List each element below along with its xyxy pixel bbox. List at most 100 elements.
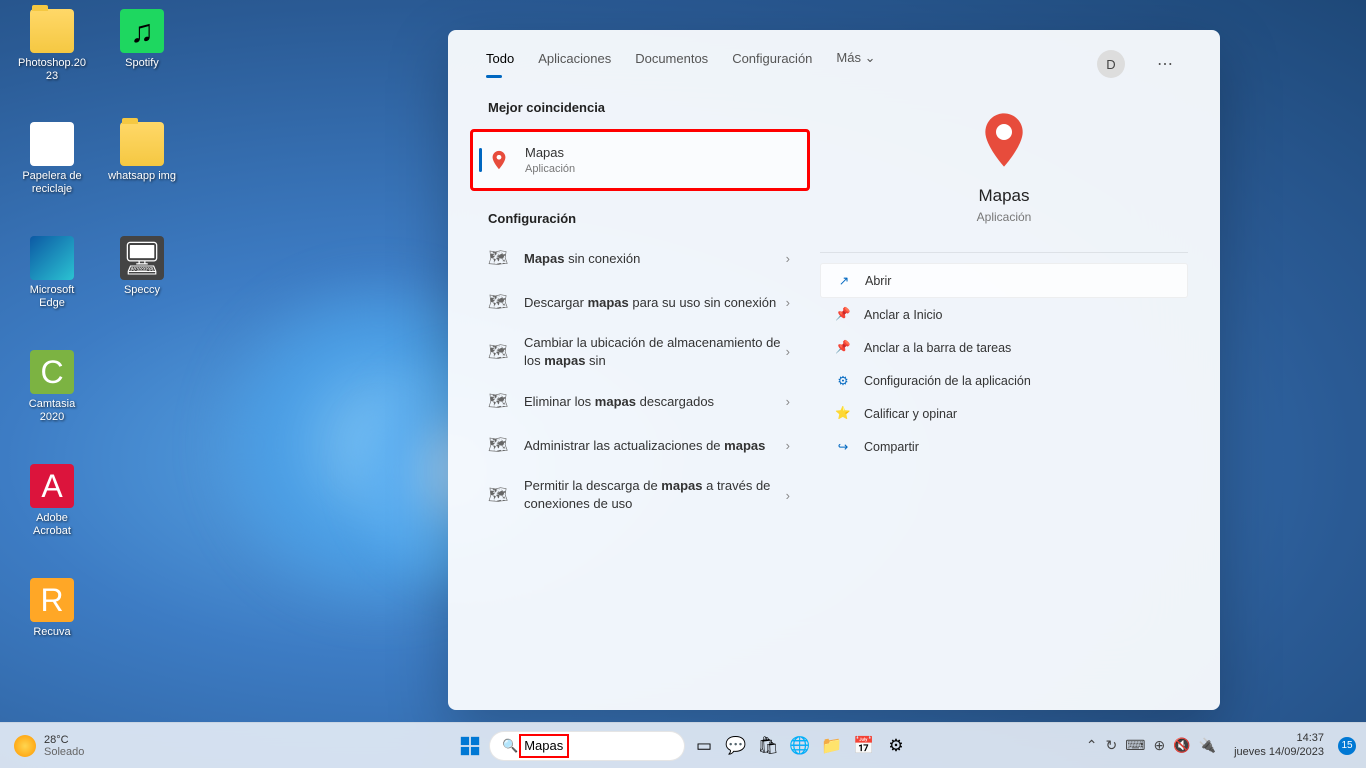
tab-aplicaciones[interactable]: Aplicaciones [538,51,611,78]
volume-icon[interactable]: 🔇 [1173,737,1190,754]
folder-icon [30,9,74,53]
desktop-icon-acrobat[interactable]: A Adobe Acrobat [12,460,92,542]
config-result-item[interactable]: 🗺 Cambiar la ubicación de almacenamiento… [470,324,810,379]
desktop-icon-spotify[interactable]: ♫Spotify [102,5,182,74]
preview-subtitle: Aplicación [820,210,1188,224]
taskbar-center: 🔍 ▭ 💬 🛍 🌐 📁 📅 ⚙ [457,731,909,761]
icon-label: Papelera de reciclaje [16,170,88,196]
map-settings-icon: 🗺 [486,433,510,457]
config-header: Configuración [470,199,810,236]
system-tray[interactable]: ⌃ ↻ ⌨ ⊕ 🔇 🔌 [1078,737,1224,754]
calendar-button[interactable]: 📅 [851,733,877,759]
user-avatar[interactable]: D [1097,50,1125,78]
maps-large-icon [972,108,1036,172]
spotify-icon: ♫ [120,9,164,53]
folder-icon [120,122,164,166]
icon-label: Recuva [16,626,88,639]
settings-button[interactable]: ⚙ [883,733,909,759]
action-anclar-a-la-barra-de-tareas[interactable]: 📌Anclar a la barra de tareas [820,331,1188,364]
taskbar-search[interactable]: 🔍 [489,731,685,761]
desktop-icon-edge[interactable]: Microsoft Edge [12,232,92,314]
results-column: Mejor coincidencia Mapas Aplicación Conf… [470,88,810,690]
app-preview: Mapas Aplicación [820,88,1188,238]
chevron-right-icon: › [782,488,794,503]
weather-temp: 28°C [44,734,84,746]
chevron-right-icon: › [782,251,794,266]
acrobat-icon: A [30,464,74,508]
taskbar: 28°C Soleado 🔍 ▭ 💬 🛍 🌐 📁 📅 ⚙ ⌃ ↻ ⌨ ⊕ 🔇 🔌 [0,722,1366,768]
sync-icon[interactable]: ↻ [1106,737,1118,754]
maps-icon [487,148,511,172]
icon-label: Adobe Acrobat [16,512,88,538]
search-input[interactable] [524,738,700,753]
desktop-icon-speccy[interactable]: 🖥Speccy [102,232,182,301]
config-result-item[interactable]: 🗺 Administrar las actualizaciones de map… [470,423,810,467]
edge-icon [30,236,74,280]
chat-button[interactable]: 💬 [723,733,749,759]
network-icon[interactable]: ⊕ [1153,737,1165,754]
action-configuración-de-la-aplicación[interactable]: ⚙Configuración de la aplicación [820,364,1188,397]
notification-badge[interactable]: 15 [1338,737,1356,755]
keyboard-icon[interactable]: ⌨ [1125,737,1145,754]
chevron-right-icon: › [782,394,794,409]
action-label: Calificar y opinar [864,407,957,421]
desktop-icon-whatsapp[interactable]: whatsapp img [102,118,182,187]
taskbar-right: ⌃ ↻ ⌨ ⊕ 🔇 🔌 14:37 jueves 14/09/2023 15 [1078,732,1366,758]
action-icon: ↗ [835,273,853,288]
best-match-result[interactable]: Mapas Aplicación [470,129,810,191]
result-text: Permitir la descarga de mapas a través d… [524,477,782,512]
weather-cond: Soleado [44,746,84,758]
desktop-icon-camtasia[interactable]: CCamtasia 2020 [12,346,92,428]
sun-icon [14,735,36,757]
taskbar-clock[interactable]: 14:37 jueves 14/09/2023 [1228,732,1330,758]
map-settings-icon: 🗺 [486,290,510,314]
tab-configuracion[interactable]: Configuración [732,51,812,78]
panel-more-button[interactable]: ⋯ [1149,50,1182,78]
chevron-up-icon[interactable]: ⌃ [1086,737,1098,754]
desktop-icon-recycle[interactable]: ♻Papelera de reciclaje [12,118,92,200]
action-label: Anclar a la barra de tareas [864,341,1011,355]
explorer-button[interactable]: 📁 [819,733,845,759]
action-compartir[interactable]: ↪Compartir [820,430,1188,463]
store-button[interactable]: 🛍 [755,733,781,759]
clock-time: 14:37 [1234,732,1324,745]
tab-mas[interactable]: Más ⌄ [836,50,875,78]
edge-taskbar-icon[interactable]: 🌐 [787,733,813,759]
config-result-item[interactable]: 🗺 Eliminar los mapas descargados › [470,379,810,423]
action-abrir[interactable]: ↗Abrir [820,263,1188,298]
config-result-item[interactable]: 🗺 Descargar mapas para su uso sin conexi… [470,280,810,324]
desktop-icon-recuva[interactable]: RRecuva [12,574,92,643]
map-settings-icon: 🗺 [486,389,510,413]
action-label: Anclar a Inicio [864,308,943,322]
tab-documentos[interactable]: Documentos [635,51,708,78]
action-icon: 📌 [834,307,852,322]
icon-label: Photoshop.2023 [16,57,88,83]
map-settings-icon: 🗺 [486,340,510,364]
map-settings-icon: 🗺 [486,246,510,270]
action-icon: ⚙ [834,373,852,388]
battery-icon[interactable]: 🔌 [1199,737,1216,754]
result-text: Cambiar la ubicación de almacenamiento d… [524,334,782,369]
result-subtitle: Aplicación [525,162,793,177]
action-anclar-a-inicio[interactable]: 📌 Anclar a Inicio [820,298,1188,331]
desktop-icon-photoshop[interactable]: Photoshop.2023 [12,5,92,87]
action-icon: ⭐ [834,406,852,421]
result-text: Eliminar los mapas descargados [524,393,782,411]
preview-title: Mapas [820,186,1188,206]
camtasia-icon: C [30,350,74,394]
preview-column: Mapas Aplicación ↗Abrir📌Anclar a Inicio📌… [810,88,1198,690]
action-calificar-y-opinar[interactable]: ⭐ Calificar y opinar [820,397,1188,430]
search-tabs: Todo Aplicaciones Documentos Configuraci… [448,30,1220,78]
clock-date: jueves 14/09/2023 [1234,746,1324,759]
tab-todo[interactable]: Todo [486,51,514,78]
result-text: Mapas sin conexión [524,250,782,268]
weather-widget[interactable]: 28°C Soleado [0,734,98,758]
preview-actions: ↗Abrir 📌 Anclar a Inicio 📌Anclar a la barra… [820,252,1188,463]
config-result-item[interactable]: 🗺 Mapas sin conexión › [470,236,810,280]
config-result-item[interactable]: 🗺 Permitir la descarga de mapas a través… [470,467,810,522]
result-title: Mapas [525,144,793,162]
icon-label: Microsoft Edge [16,284,88,310]
action-icon: ↪ [834,439,852,454]
start-button[interactable] [457,733,483,759]
result-text: Administrar las actualizaciones de mapas [524,437,782,455]
